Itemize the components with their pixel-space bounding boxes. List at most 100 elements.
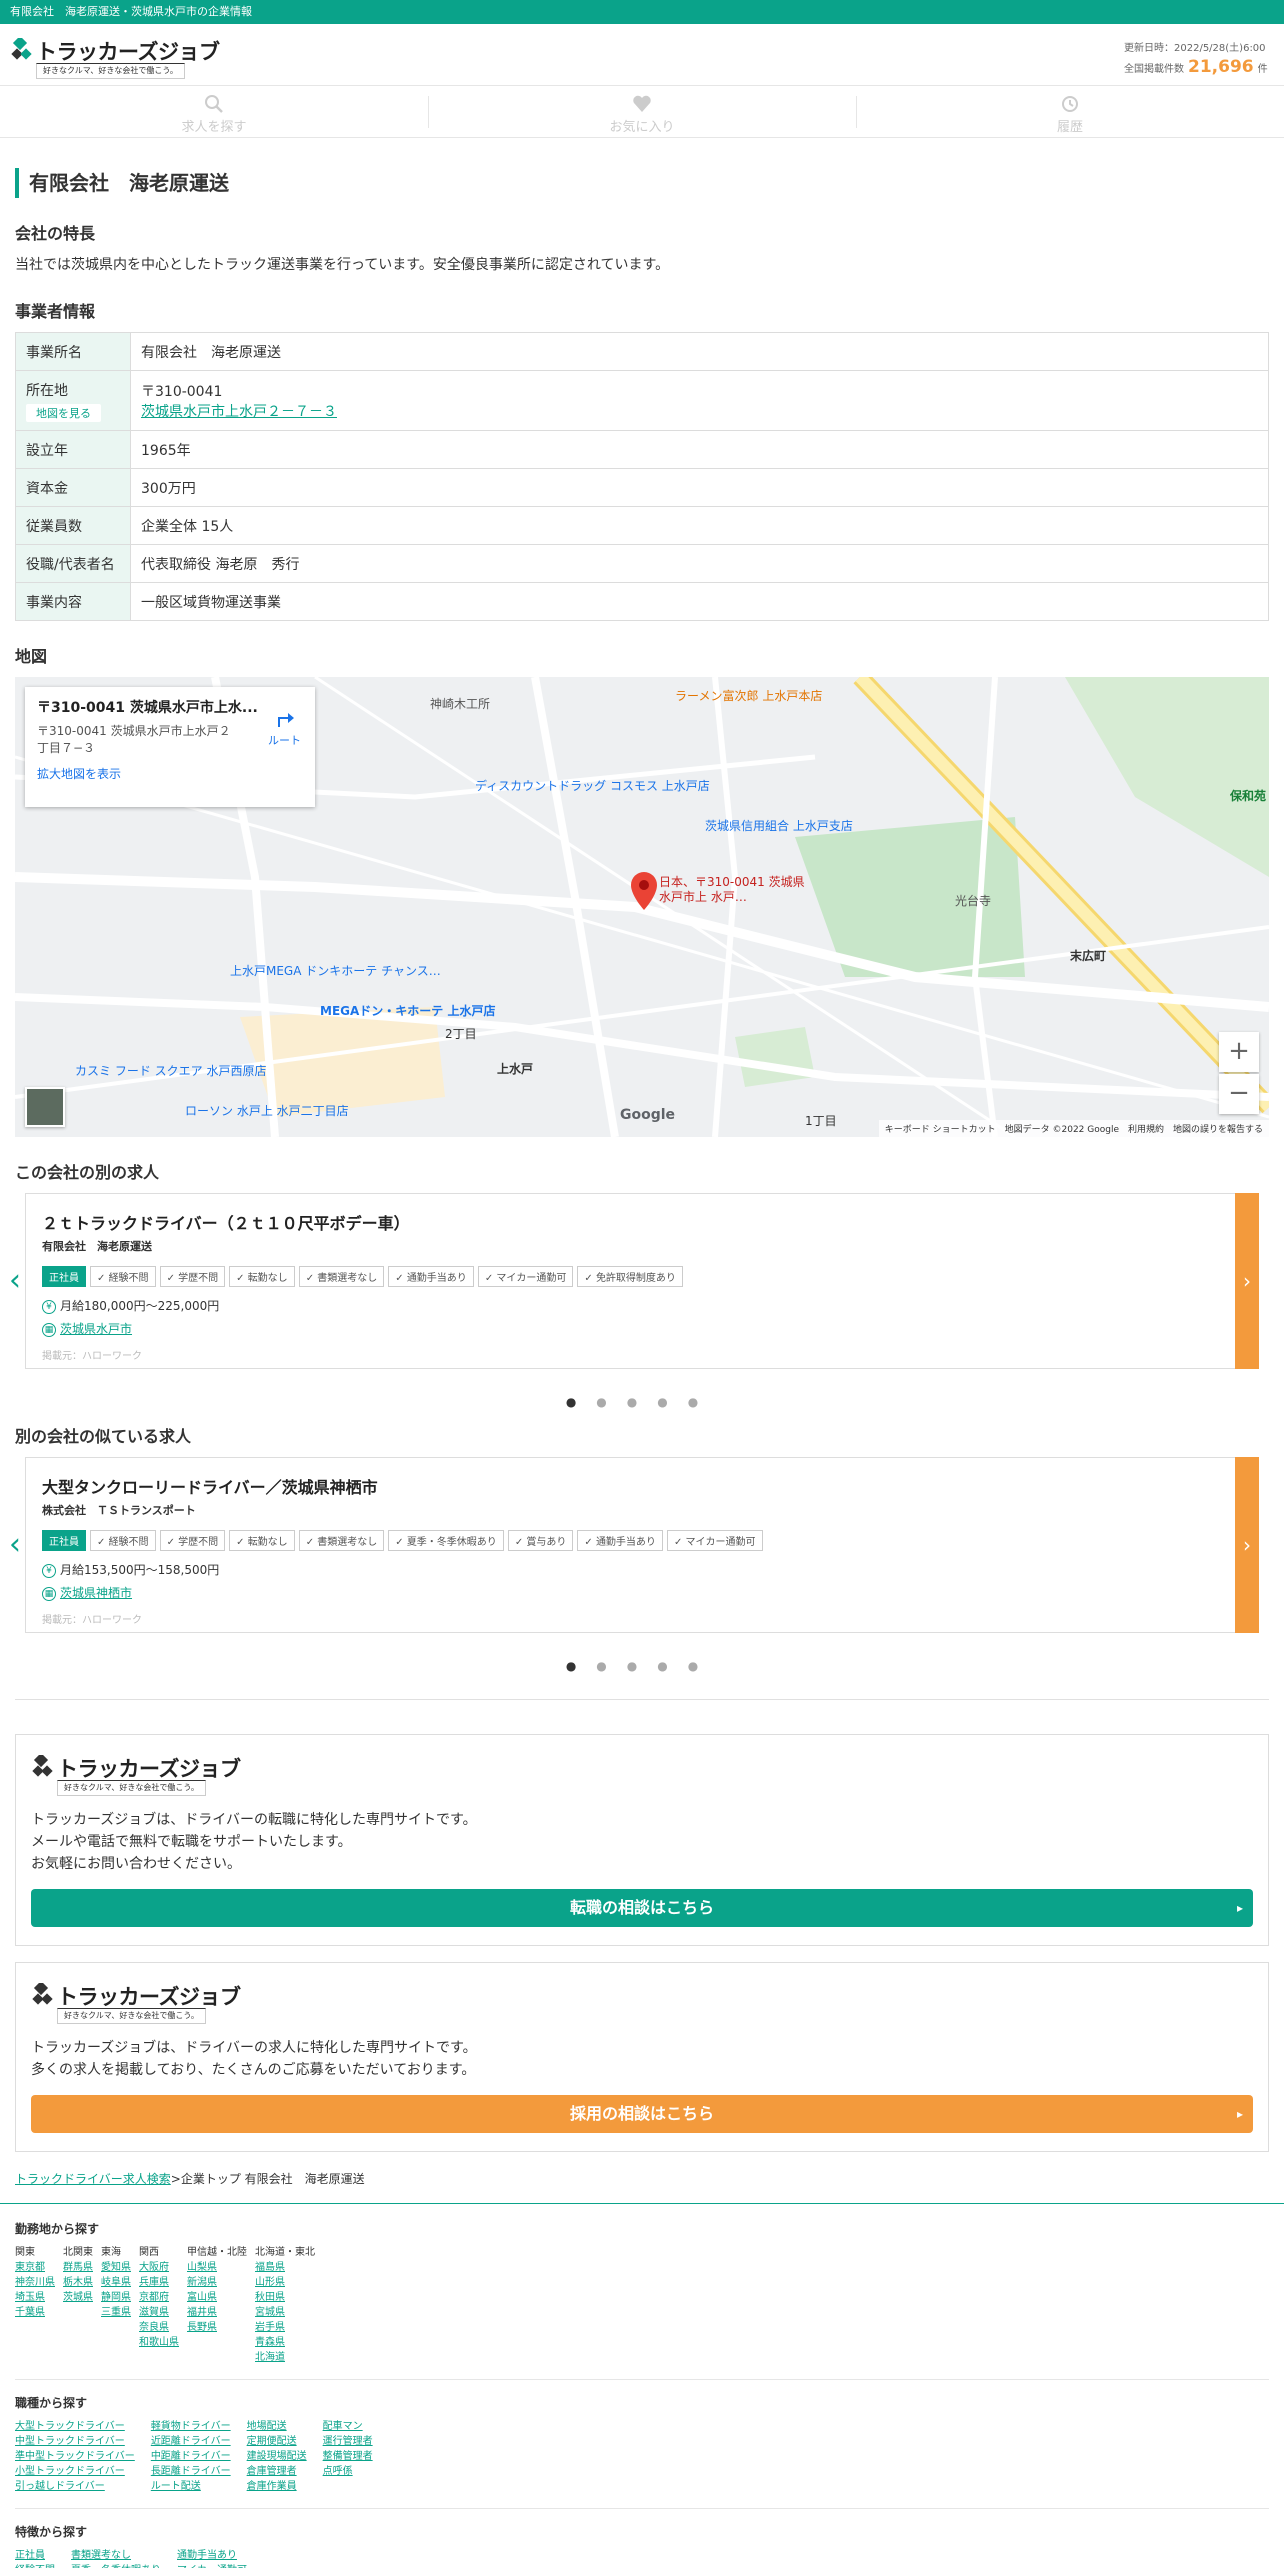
- footer-link[interactable]: 書類選考なし: [71, 2548, 161, 2563]
- footer-column-head: 東海: [101, 2247, 121, 2258]
- footer-link[interactable]: 中距離ドライバー: [151, 2449, 231, 2464]
- view-map-button[interactable]: 地図を見る: [26, 403, 101, 422]
- embedded-map[interactable]: ディスカウントドラッグ コスモス 上水戸店 茨城県信用組合 上水戸支店 上水戸M…: [15, 677, 1269, 1137]
- footer-link[interactable]: 青森県: [255, 2335, 315, 2350]
- footer-link[interactable]: 滋賀県: [139, 2305, 179, 2320]
- footer-link[interactable]: 定期便配送: [247, 2434, 307, 2449]
- table-row: 資本金 300万円: [15, 468, 1269, 507]
- footer-link[interactable]: 富山県: [187, 2290, 247, 2305]
- footer-link[interactable]: 埼玉県: [15, 2290, 55, 2305]
- footer-link[interactable]: 大阪府: [139, 2260, 179, 2275]
- footer-link[interactable]: 倉庫作業員: [247, 2479, 307, 2494]
- footer-link[interactable]: 建設現場配送: [247, 2449, 307, 2464]
- footer-link[interactable]: 静岡県: [101, 2290, 131, 2305]
- same-company-jobs-heading: この会社の別の求人: [15, 1163, 160, 1182]
- footer-link[interactable]: 引っ越しドライバー: [15, 2479, 135, 2494]
- footer-link[interactable]: 点呼係: [323, 2464, 373, 2479]
- address-link[interactable]: 茨城県水戸市上水戸２－７－３: [141, 404, 337, 420]
- footer-column-head: 甲信越・北陸: [187, 2247, 247, 2258]
- footer-link[interactable]: 軽貨物ドライバー: [151, 2419, 231, 2434]
- footer-link[interactable]: 倉庫管理者: [247, 2464, 307, 2479]
- footer-link[interactable]: 配車マン: [323, 2419, 373, 2434]
- footer-type-section: 職種から探す 大型トラックドライバー 中型トラックドライバー 準中型トラックドライバ…: [15, 2394, 1269, 2509]
- footer-link[interactable]: 福井県: [187, 2305, 247, 2320]
- footer-link[interactable]: 小型トラックドライバー: [15, 2464, 135, 2479]
- footer-link[interactable]: 奈良県: [139, 2320, 179, 2335]
- footer-link[interactable]: 福島県: [255, 2260, 315, 2275]
- footer-column: 地場配送 定期便配送 建設現場配送 倉庫管理者 倉庫作業員: [247, 2419, 307, 2494]
- footer-link[interactable]: 北海道: [255, 2350, 315, 2365]
- yen-icon: ¥: [42, 1563, 56, 1578]
- footer-link[interactable]: 近距離ドライバー: [151, 2434, 231, 2449]
- route-button[interactable]: ルート: [268, 707, 301, 748]
- footer-link[interactable]: 群馬県: [63, 2260, 93, 2275]
- nav-search[interactable]: 求人を探す: [0, 86, 428, 137]
- footer-link[interactable]: 秋田県: [255, 2290, 315, 2305]
- footer-link[interactable]: 愛知県: [101, 2260, 131, 2275]
- job-tag: ✓ 免許取得制度あり: [577, 1266, 683, 1287]
- map-label: 保和苑: [1230, 789, 1267, 803]
- footer-link[interactable]: 茨城県: [63, 2290, 93, 2305]
- job-tag: ✓ 経験不問: [90, 1266, 156, 1287]
- footer-link[interactable]: 新潟県: [187, 2275, 247, 2290]
- zoom-out-button[interactable]: −: [1219, 1074, 1259, 1114]
- footer-link[interactable]: 栃木県: [63, 2275, 93, 2290]
- job-title[interactable]: ２ｔトラックドライバー（２ｔ１０尺平ボデー車）: [42, 1210, 1242, 1234]
- career-consult-button[interactable]: 転職の相談はこちら: [31, 1889, 1253, 1927]
- footer-link[interactable]: 大型トラックドライバー: [15, 2419, 135, 2434]
- footer-link[interactable]: 正社員: [15, 2548, 55, 2563]
- map-footer[interactable]: キーボード ショートカット 地図データ ©2022 Google 利用規約 地図…: [878, 1120, 1269, 1137]
- footer-link[interactable]: 宮城県: [255, 2305, 315, 2320]
- footer-link[interactable]: 夏季・冬季休暇あり: [71, 2563, 161, 2568]
- footer-link[interactable]: 東京都: [15, 2260, 55, 2275]
- career-consult-box: トラッカーズジョブ 好きなクルマ、好きな会社で働こう。 トラッカーズジョブは、ド…: [15, 1734, 1269, 1946]
- carousel-dots[interactable]: ●●●●●: [15, 1395, 1269, 1409]
- footer-link[interactable]: 千葉県: [15, 2305, 55, 2320]
- footer-link[interactable]: 運行管理者: [323, 2434, 373, 2449]
- footer-link[interactable]: ルート配送: [151, 2479, 231, 2494]
- job-tag: ✓ 書類選考なし: [298, 1530, 385, 1551]
- footer-link[interactable]: 岩手県: [255, 2320, 315, 2335]
- map-card-title: 〒310-0041 茨城県水戸市上水...: [37, 700, 258, 716]
- breadcrumb-home[interactable]: トラックドライバー求人検索: [15, 2172, 171, 2186]
- footer-link[interactable]: 経験不問: [15, 2563, 55, 2568]
- footer-link[interactable]: 地場配送: [247, 2419, 307, 2434]
- carousel-prev-icon[interactable]: ‹: [9, 1527, 21, 1562]
- job-title[interactable]: 大型タンクローリードライバー／茨城県神栖市: [42, 1474, 1242, 1498]
- job-card[interactable]: ２ｔトラックドライバー（２ｔ１０尺平ボデー車） 有限会社 海老原運送 正社員 ✓…: [25, 1193, 1259, 1369]
- footer-link[interactable]: 岐阜県: [101, 2275, 131, 2290]
- map-layer-thumbnail[interactable]: [25, 1087, 65, 1127]
- carousel-next-icon[interactable]: ›: [1235, 1193, 1259, 1369]
- nav-history[interactable]: 履歴: [856, 86, 1284, 137]
- carousel-dots[interactable]: ●●●●●: [15, 1659, 1269, 1673]
- nav-favorites[interactable]: お気に入り: [428, 86, 856, 137]
- footer-link[interactable]: 和歌山県: [139, 2335, 179, 2350]
- footer-column: 北関東 群馬県 栃木県 茨城県: [63, 2245, 93, 2365]
- footer-link[interactable]: 兵庫県: [139, 2275, 179, 2290]
- footer-link[interactable]: 神奈川県: [15, 2275, 55, 2290]
- footer-link[interactable]: マイカー通勤可: [177, 2563, 247, 2568]
- top-banner: 有限会社 海老原運送・茨城県水戸市の企業情報: [0, 0, 1284, 24]
- footer-link[interactable]: 長距離ドライバー: [151, 2464, 231, 2479]
- footer-link[interactable]: 中型トラックドライバー: [15, 2434, 135, 2449]
- map-label: 茨城県信用組合 上水戸支店: [705, 819, 853, 833]
- footer-link[interactable]: 準中型トラックドライバー: [15, 2449, 135, 2464]
- job-card[interactable]: 大型タンクローリードライバー／茨城県神栖市 株式会社 ＴＳトランスポート 正社員…: [25, 1457, 1259, 1633]
- carousel-next-icon[interactable]: ›: [1235, 1457, 1259, 1633]
- zoom-in-button[interactable]: +: [1219, 1032, 1259, 1072]
- footer-link[interactable]: 通勤手当あり: [177, 2548, 247, 2563]
- site-logo[interactable]: トラッカーズジョブ 好きなクルマ、好きな会社で働こう。: [10, 34, 220, 79]
- hiring-consult-button[interactable]: 採用の相談はこちら: [31, 2095, 1253, 2133]
- footer-link[interactable]: 整備管理者: [323, 2449, 373, 2464]
- footer-link[interactable]: 長野県: [187, 2320, 247, 2335]
- company-info-table: 事業所名 有限会社 海老原運送 所在地 地図を見る 〒310-0041 茨城県水戸市上…: [15, 332, 1269, 621]
- footer-link[interactable]: 京都府: [139, 2290, 179, 2305]
- footer-link[interactable]: 山形県: [255, 2275, 315, 2290]
- footer-column: 甲信越・北陸山梨県 新潟県 富山県 福井県 長野県: [187, 2245, 247, 2365]
- footer-link[interactable]: 三重県: [101, 2305, 131, 2320]
- footer-column: 通勤手当ありマイカー通勤可食事手当あり: [177, 2548, 247, 2568]
- footer-link[interactable]: 山梨県: [187, 2260, 247, 2275]
- larger-map-link[interactable]: 拡大地図を表示: [37, 765, 303, 782]
- diamond-logo-icon: [32, 1755, 53, 1777]
- carousel-prev-icon[interactable]: ‹: [9, 1263, 21, 1298]
